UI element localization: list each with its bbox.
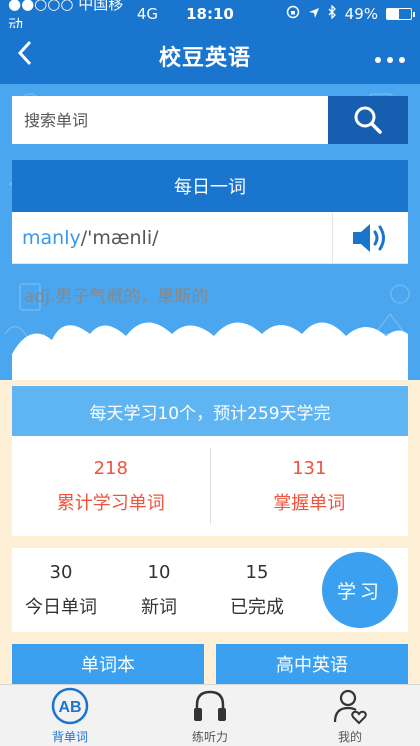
tab-mine[interactable]: 我的	[280, 685, 420, 746]
total-learned-label: 累计学习单词	[56, 492, 165, 514]
battery-icon	[386, 8, 415, 20]
mastered-stat[interactable]: 131 掌握单词	[211, 436, 409, 536]
more-dots-icon	[375, 57, 405, 63]
page-title: 校豆英语	[158, 46, 251, 71]
user-heart-icon	[333, 689, 367, 724]
battery-percent: 49%	[344, 5, 378, 23]
new-words-label: 新词	[141, 596, 177, 618]
tab-mine-label: 我的	[337, 729, 362, 744]
high-school-english-button[interactable]: 高中英语	[216, 644, 408, 684]
total-learned-stat[interactable]: 218 累计学习单词	[12, 436, 210, 536]
daily-word-header: 每日一词	[12, 160, 408, 212]
completed-item: 15 已完成	[208, 562, 306, 619]
location-icon	[308, 5, 320, 23]
phonetic: /'mænli/	[80, 226, 159, 249]
today-words-item: 30 今日单词	[12, 562, 110, 619]
tab-listening[interactable]: 练听力	[140, 685, 280, 746]
word-text: manly/'mænli/	[12, 227, 332, 249]
new-words-item: 10 新词	[110, 562, 208, 619]
svg-text:AB: AB	[58, 699, 81, 716]
word-row: manly/'mænli/	[12, 211, 408, 264]
total-learned-count: 218	[93, 457, 128, 479]
completed-label: 已完成	[230, 596, 284, 618]
network-label: 4G	[136, 5, 158, 23]
new-words-count: 10	[147, 561, 171, 583]
word-meaning: adj.男子气概的，果断的	[24, 287, 209, 307]
ab-icon: AB	[51, 687, 89, 724]
speaker-icon	[352, 223, 385, 252]
today-words-label: 今日单词	[25, 596, 97, 618]
mastered-count: 131	[292, 457, 327, 479]
wordbook-button[interactable]: 单词本	[12, 644, 204, 684]
bluetooth-icon	[328, 4, 337, 23]
status-bar: ●●○○○ 中国移动 4G 18:10 49%	[0, 0, 420, 34]
nav-bar: 校豆英语	[0, 28, 420, 84]
search-input[interactable]	[12, 96, 328, 144]
tab-listening-label: 练听力	[191, 729, 228, 744]
learn-button[interactable]: 学习	[322, 552, 398, 628]
completed-count: 15	[245, 561, 269, 583]
lock-rotation-icon	[286, 5, 300, 23]
daily-word-card: 每日一词 manly/'mænli/ adj.男子气概的，果断的	[12, 160, 408, 370]
stats-panel: 218 累计学习单词 131 掌握单词	[12, 436, 408, 536]
chevron-left-icon	[17, 40, 32, 65]
clock: 18:10	[186, 5, 234, 23]
more-button[interactable]	[360, 41, 420, 71]
book-buttons: 单词本 高中英语	[12, 644, 408, 684]
tab-memorize-words[interactable]: AB 背单词	[0, 685, 140, 746]
daily-word[interactable]: manly	[22, 227, 81, 249]
pronounce-button[interactable]	[332, 211, 408, 264]
back-button[interactable]	[0, 39, 50, 74]
headphones-icon	[194, 690, 226, 721]
mastered-label: 掌握单词	[273, 492, 346, 514]
study-plan-banner: 每天学习10个，预计259天学完	[12, 386, 408, 436]
word-meaning-area: adj.男子气概的，果断的	[12, 264, 408, 374]
search-button[interactable]	[328, 96, 408, 144]
today-words-count: 30	[49, 561, 73, 583]
tab-bar: AB 背单词 练听力 我的	[0, 684, 420, 746]
tab-memorize-words-label: 背单词	[51, 729, 88, 744]
search-icon	[354, 106, 382, 134]
